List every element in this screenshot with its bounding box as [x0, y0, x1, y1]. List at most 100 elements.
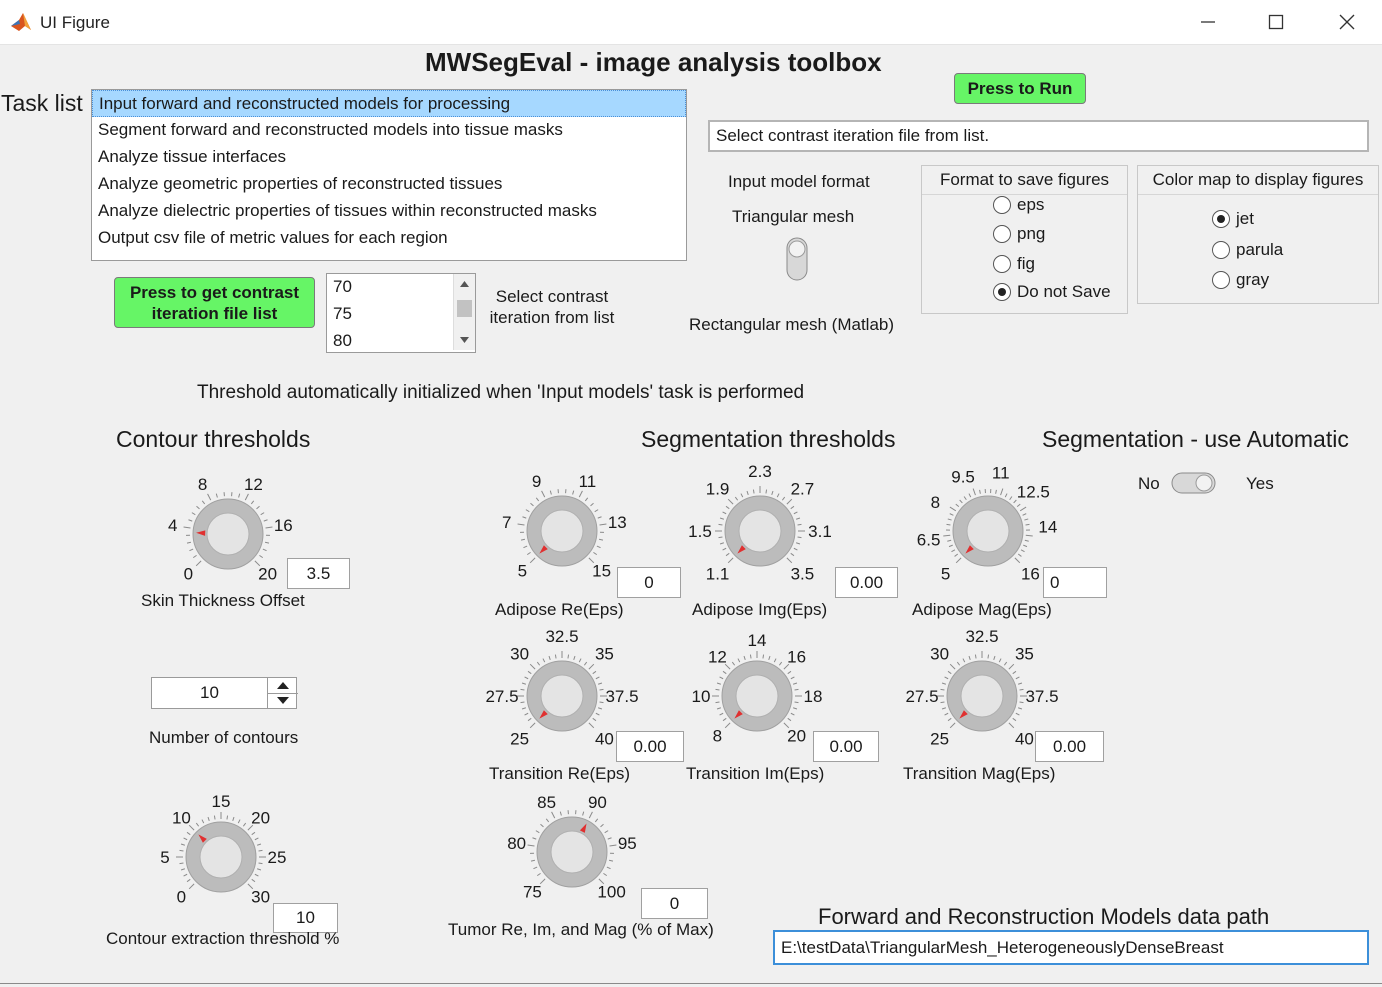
contrast-iteration-listbox[interactable]: 70 75 80 [326, 273, 476, 353]
knob-tick [743, 655, 746, 661]
knob-tick [949, 722, 956, 729]
window-titlebar: UI Figure [0, 0, 1382, 45]
knob-cap[interactable] [206, 512, 250, 556]
save-format-png-radio[interactable]: png [993, 224, 1045, 244]
knob-tick [715, 688, 720, 691]
knob-tick [533, 866, 538, 870]
knob-tick [778, 661, 783, 666]
contrast-item[interactable]: 80 [327, 328, 451, 355]
knob-tick-label: 85 [537, 793, 556, 812]
transition-mag-value[interactable]: 0.00 [1035, 731, 1104, 762]
radio-circle[interactable] [993, 225, 1011, 243]
knob-tick [794, 701, 799, 704]
knob-cap[interactable] [735, 674, 779, 718]
knob-cap[interactable] [540, 509, 584, 553]
radio-circle[interactable] [993, 196, 1011, 214]
color-map-jet-radio[interactable]: jet [1212, 209, 1254, 229]
knob-cap[interactable] [540, 674, 584, 718]
adipose-mag-value[interactable]: 0 [1043, 567, 1107, 598]
contrast-file-field[interactable]: Select contrast iteration file from list… [708, 120, 1369, 152]
contrast-item[interactable]: 70 [327, 274, 451, 301]
scroll-thumb[interactable] [457, 300, 472, 317]
knob-tick [944, 676, 949, 680]
num-contours-spinner[interactable]: 10 [151, 677, 298, 709]
adipose-re-value[interactable]: 0 [617, 567, 681, 598]
knob-tick [719, 542, 725, 545]
spinner-buttons[interactable] [267, 678, 298, 708]
task-item[interactable]: Analyze geometric properties of reconstr… [92, 171, 686, 198]
knob-tick [719, 676, 724, 680]
radio-label: eps [1017, 195, 1045, 214]
knob-tick [794, 688, 799, 691]
knob-tick [1024, 539, 1029, 542]
skin-thickness-knob[interactable]: 0 4 8 12 16 20 [154, 470, 304, 600]
task-listbox[interactable]: Input forward and reconstructed models f… [91, 89, 687, 261]
maximize-icon [1268, 14, 1284, 30]
transition-re-value[interactable]: 0.00 [616, 731, 684, 762]
knob-tick-label: 1.1 [706, 564, 730, 583]
color-map-parula-radio[interactable]: parula [1212, 240, 1283, 260]
radio-circle[interactable] [1212, 210, 1230, 228]
run-button[interactable]: Press to Run [954, 73, 1086, 104]
tumor-knob[interactable]: 75 80 85 90 95 100 [497, 788, 647, 918]
knob-tick-label: 13 [608, 513, 627, 532]
task-item[interactable]: Analyze tissue interfaces [92, 144, 686, 171]
knob-tick-label: 20 [787, 727, 806, 746]
radio-circle[interactable] [1212, 241, 1230, 259]
spinner-up-icon[interactable] [276, 681, 290, 691]
knob-tick [968, 493, 972, 498]
radio-circle[interactable] [1212, 271, 1230, 289]
knob-tick [947, 539, 952, 542]
scroll-up-icon[interactable] [459, 280, 470, 288]
adipose-img-value[interactable]: 0.00 [835, 567, 898, 598]
knob-cap[interactable] [738, 509, 782, 553]
tumor-value[interactable]: 0 [641, 888, 708, 919]
maximize-button[interactable] [1253, 6, 1299, 38]
adipose-img-knob[interactable]: 1.1 1.5 1.9 2.3 2.7 3.1 3.5 [681, 458, 841, 592]
knob-tick [207, 493, 212, 501]
knob-tick [790, 676, 795, 680]
contrast-item[interactable]: 75 [327, 301, 451, 328]
task-item[interactable]: Segment forward and reconstructed models… [92, 117, 686, 144]
save-format-fig-radio[interactable]: fig [993, 254, 1035, 274]
knob-cap[interactable] [966, 509, 1010, 553]
knob-tick [525, 509, 530, 513]
radio-circle[interactable] [993, 283, 1011, 301]
knob-tick-label: 90 [588, 793, 607, 812]
save-format-eps-radio[interactable]: eps [993, 195, 1044, 215]
input-format-toggle[interactable] [784, 236, 810, 282]
spinner-down-icon[interactable] [276, 696, 290, 706]
task-item[interactable]: Analyze dielectric properties of tissues… [92, 198, 686, 225]
knob-cap[interactable] [550, 830, 594, 874]
auto-seg-toggle[interactable] [1170, 470, 1218, 496]
knob-tick [1009, 496, 1013, 501]
data-path-field[interactable]: E:\testData\TriangularMesh_Heterogeneous… [773, 930, 1369, 965]
knob-tick-label: 4 [168, 516, 177, 535]
knob-cap[interactable] [960, 674, 1004, 718]
close-button[interactable] [1324, 6, 1370, 38]
num-contours-value[interactable]: 10 [152, 678, 267, 708]
radio-dot [1217, 215, 1225, 223]
knob-tick [554, 654, 557, 659]
skin-thickness-label: Skin Thickness Offset [141, 591, 305, 610]
knob-tick [1000, 488, 1004, 496]
task-item[interactable]: Input forward and reconstructed models f… [92, 90, 686, 117]
knob-tick [1017, 553, 1022, 557]
color-map-gray-radio[interactable]: gray [1212, 270, 1269, 290]
radio-circle[interactable] [993, 255, 1011, 273]
minimize-button[interactable] [1185, 6, 1231, 38]
input-format-top-option: Triangular mesh [732, 207, 855, 226]
knob-tick [719, 517, 725, 520]
knob-tick [578, 658, 582, 663]
knob-tick [592, 717, 597, 722]
scroll-down-icon[interactable] [459, 336, 470, 344]
task-item[interactable]: Output csv file of metric values for eac… [92, 225, 686, 252]
listbox-scrollbar[interactable] [453, 274, 475, 350]
save-format-nosave-radio[interactable]: Do not Save [993, 282, 1111, 302]
skin-thickness-value[interactable]: 3.5 [287, 558, 350, 589]
knob-tick [529, 722, 536, 729]
knob-cap[interactable] [199, 835, 243, 879]
get-contrast-list-button[interactable]: Press to get contrast iteration file lis… [114, 277, 315, 328]
knob-tick [776, 493, 780, 498]
transition-im-value[interactable]: 0.00 [813, 731, 879, 762]
